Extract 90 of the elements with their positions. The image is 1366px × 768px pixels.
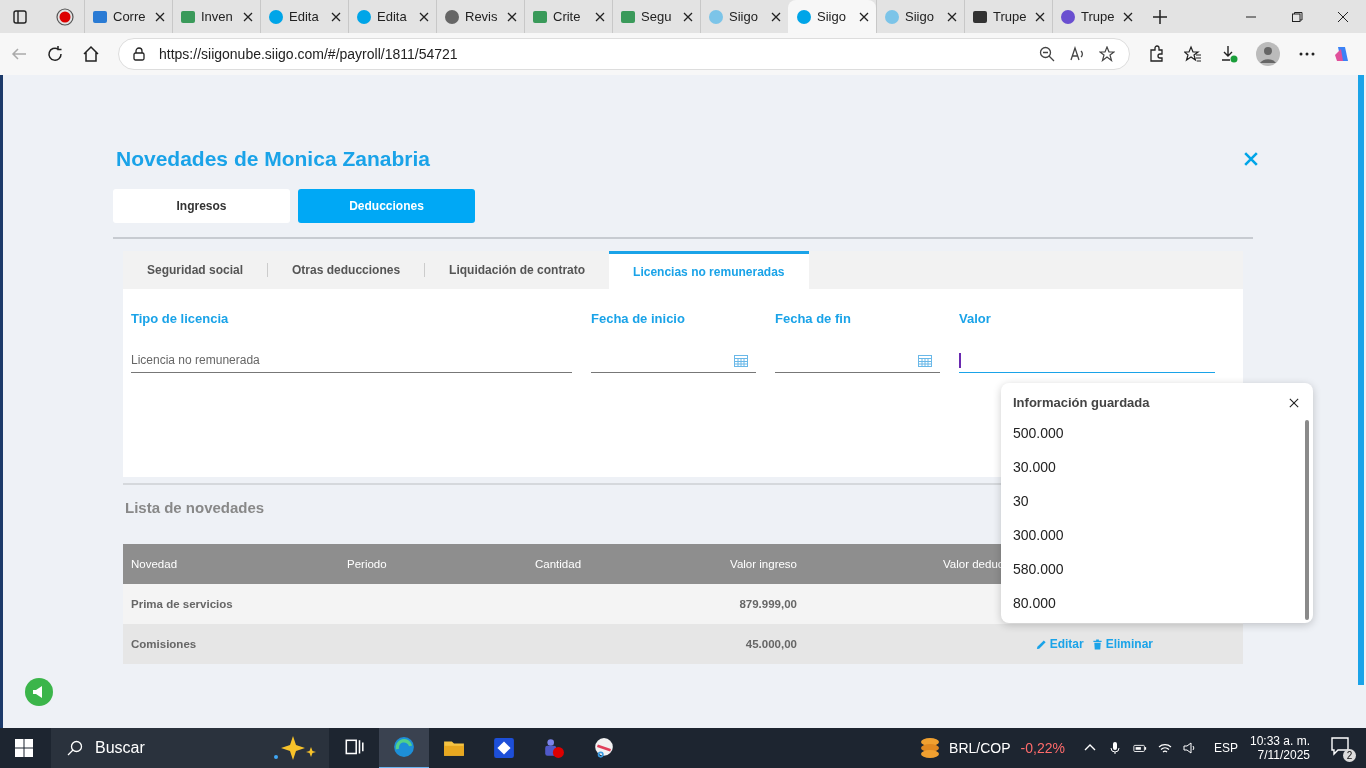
close-icon[interactable] [1289, 397, 1299, 408]
suggestion-item[interactable]: 80.000 [1013, 586, 1305, 620]
scrollbar-thumb[interactable] [1305, 420, 1309, 620]
star-icon[interactable] [1099, 46, 1115, 62]
close-icon[interactable] [155, 11, 165, 22]
table-cell-text: Comisiones [130, 638, 198, 650]
favicon-icon [796, 8, 812, 25]
home-icon[interactable] [82, 45, 100, 63]
pencil-icon [1035, 638, 1047, 650]
list-title: Lista de novedades [125, 499, 265, 516]
close-icon[interactable] [859, 11, 869, 22]
close-icon[interactable] [683, 11, 693, 22]
trash-icon [1091, 638, 1103, 650]
close-icon[interactable] [419, 11, 429, 22]
maximize-icon[interactable] [1291, 10, 1303, 23]
close-icon[interactable] [595, 11, 605, 22]
field-label: Valor [959, 311, 992, 326]
zoom-out-icon[interactable] [1039, 46, 1055, 62]
favicon-icon [1060, 8, 1076, 25]
close-icon[interactable] [507, 11, 517, 22]
column-header: Novedad [130, 558, 179, 570]
search-icon [67, 740, 83, 756]
wifi-icon[interactable] [1157, 741, 1172, 755]
close-icon[interactable] [771, 11, 781, 22]
close-icon[interactable] [1035, 11, 1045, 22]
read-aloud-icon[interactable] [1069, 46, 1085, 62]
scrollbar-thumb[interactable] [1358, 75, 1364, 685]
close-icon[interactable] [947, 11, 957, 22]
puzzle-icon[interactable] [1148, 45, 1166, 63]
clock-date[interactable]: 7/11/2025 [1257, 748, 1310, 762]
suggestion-item[interactable]: 500.000 [1013, 416, 1305, 450]
table-cell-text: Prima de servicios [130, 598, 234, 610]
favicon-icon [708, 8, 724, 25]
close-icon[interactable] [243, 11, 253, 22]
input-field[interactable]: Licencia no remunerada [131, 348, 572, 373]
browser-tab[interactable]: Siigo [788, 0, 876, 33]
language-indicator[interactable]: ESP [1213, 741, 1238, 755]
speaker-icon[interactable] [1182, 741, 1197, 755]
lock-icon [133, 47, 145, 61]
suggestion-item[interactable]: 30.000 [1013, 450, 1305, 484]
diamond-app-icon[interactable] [493, 737, 515, 759]
favorites-icon[interactable] [1184, 45, 1202, 63]
favicon-icon [92, 8, 108, 25]
tab-actions-icon[interactable] [12, 8, 28, 25]
favicon-icon [972, 8, 988, 25]
ticker-change: -0,22% [1020, 740, 1065, 756]
section-tab[interactable]: Ingresos [113, 189, 290, 223]
coins-icon[interactable] [919, 737, 942, 759]
close-icon[interactable] [1337, 10, 1349, 23]
close-icon[interactable] [1123, 11, 1133, 22]
taskbar-search-field[interactable]: Buscar [51, 728, 329, 768]
column-header: Valor deduc [942, 558, 1005, 570]
sub-tab[interactable]: Otras deducciones [268, 251, 425, 289]
sub-tab[interactable]: Liquidación de contrato [425, 251, 610, 289]
address-field[interactable]: https://siigonube.siigo.com/#/payroll/1811/54721 [118, 38, 1130, 70]
favicon-icon [356, 8, 372, 25]
favicon-icon [884, 8, 900, 25]
refresh-icon[interactable] [46, 45, 64, 63]
field-label: Fecha de inicio [591, 311, 686, 326]
suggestion-item[interactable]: 300.000 [1013, 518, 1305, 552]
windows-icon[interactable] [15, 739, 33, 757]
teams-icon[interactable] [543, 737, 565, 759]
close-icon[interactable] [331, 11, 341, 22]
table-cell-text: 45.000,00 [744, 638, 798, 650]
page-title: Novedades de Monica Zanabria [116, 147, 430, 171]
field-label: Tipo de licencia [131, 311, 230, 326]
snipping-icon[interactable] [593, 737, 615, 759]
megaphone-icon[interactable] [25, 678, 53, 706]
column-header: Periodo [346, 558, 388, 570]
column-header: Valor ingreso [729, 558, 798, 570]
download-icon[interactable] [1220, 45, 1238, 63]
favicon-icon [444, 8, 460, 25]
favicon-icon [532, 8, 548, 25]
clock-time[interactable]: 10:33 a. m. [1249, 734, 1310, 748]
microphone-icon[interactable] [1107, 741, 1122, 755]
favicon-icon [620, 8, 636, 25]
favicon-icon [180, 8, 196, 25]
sub-tab[interactable]: Seguridad social [123, 251, 268, 289]
field-label: Fecha de fin [775, 311, 852, 326]
record-icon[interactable] [56, 7, 74, 26]
popup-title: Información guardada [1013, 395, 1150, 410]
browser-taskbar-icon[interactable] [379, 727, 429, 768]
favicon-icon [268, 8, 284, 25]
suggestion-item[interactable]: 580.000 [1013, 552, 1305, 586]
column-header: Cantidad [534, 558, 583, 570]
avatar-icon[interactable] [1256, 42, 1280, 66]
ticker-name: BRL/COP [949, 740, 1011, 756]
table-cell-text: 879.999,00 [738, 598, 798, 610]
suggestion-item[interactable]: 30 [1013, 484, 1305, 518]
new-tab-icon[interactable] [1152, 8, 1168, 25]
